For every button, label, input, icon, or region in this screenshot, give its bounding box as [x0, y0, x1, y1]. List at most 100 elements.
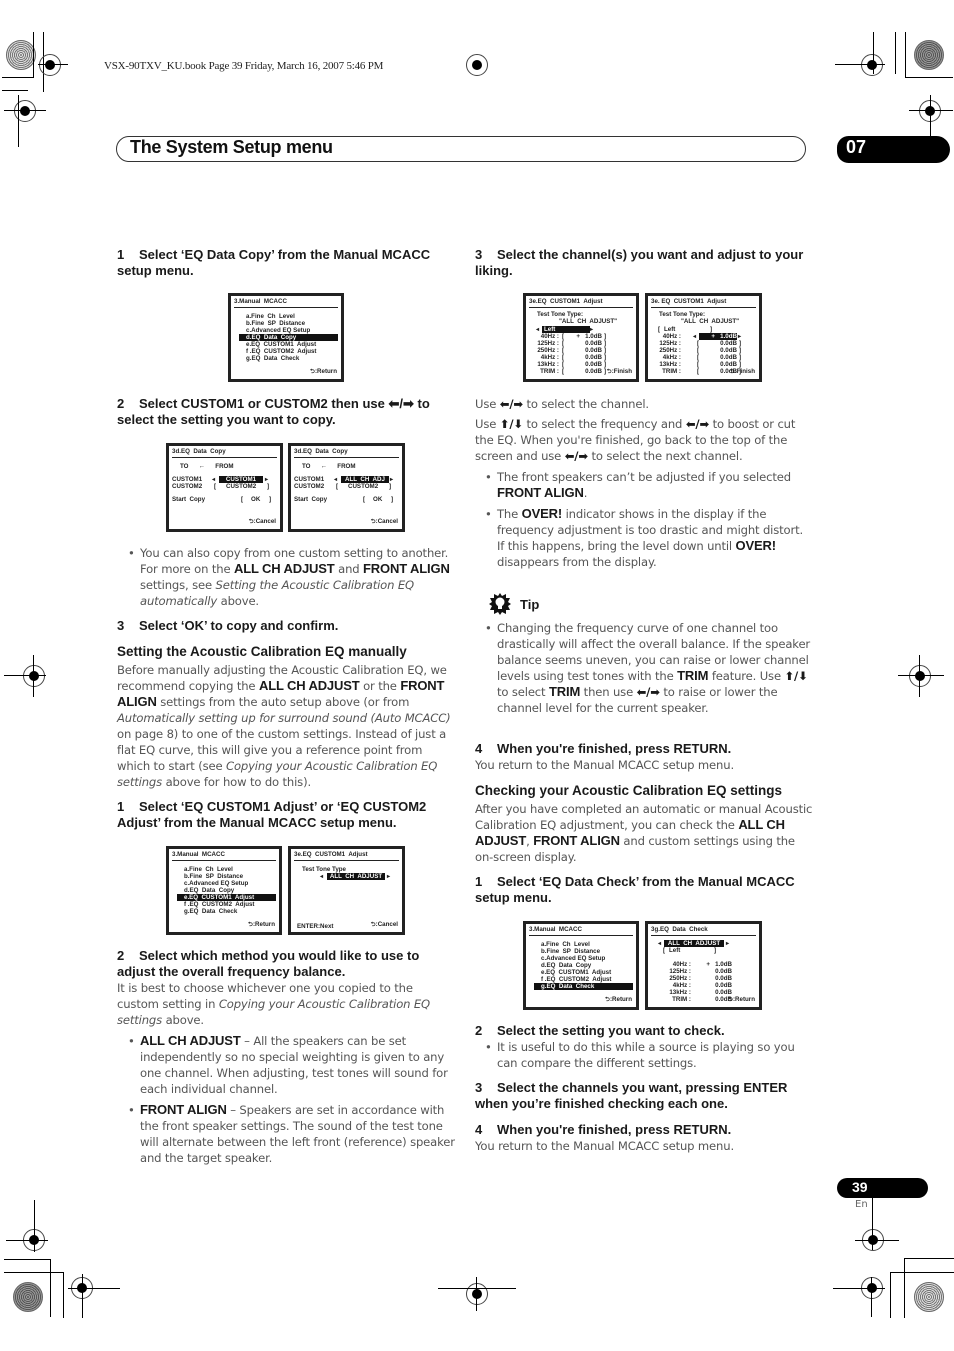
text: above for how to do this). [162, 775, 312, 789]
use-select-channel: Use ⬅/➡ to select the channel. [475, 396, 815, 412]
step-select-ok: 3 Select ‘OK’ to copy and confirm. [117, 618, 457, 634]
osd-label: CUSTOM1 [294, 476, 325, 483]
osd-manual-mcacc-check: 3.Manual MCACC a.Fine Ch Level b.Fine SP… [523, 921, 639, 1010]
osd-channel: Left [669, 947, 681, 954]
emphasis: ALL CH ADJUST [140, 1033, 241, 1048]
osd-frequency-label: TRIM : [540, 368, 559, 375]
step-press-return-2: 4 When you're finished, press RETURN. [475, 1122, 815, 1138]
osd-frequency-label: 250Hz : [669, 975, 691, 982]
paragraph-return: You return to the Manual MCACC setup men… [475, 758, 734, 772]
osd-menu-item-selected: g.EQ Data Check [534, 983, 633, 990]
osd-menu-item: f .EQ CUSTOM2 Adjust [184, 901, 255, 908]
text: or the [359, 679, 401, 693]
step-text: Select ‘EQ Data Copy’ from the Manual MC… [117, 247, 431, 278]
bullet-copy-custom: You can also copy from one custom settin… [128, 545, 455, 609]
section-heading-manual: Setting the Acoustic Calibration EQ manu… [117, 644, 407, 659]
osd-menu-item: g.EQ Data Check [184, 908, 238, 915]
text: disappears from the display. [497, 555, 657, 569]
osd-footer: ⮌:Cancel [248, 518, 276, 525]
step-text: Select ‘EQ Data Check’ from the Manual M… [475, 874, 795, 905]
osd-level-value: 0.0dB [585, 361, 602, 368]
osd-menu-item: b.Fine SP Distance [246, 320, 306, 327]
osd-bracket: [ [697, 361, 700, 368]
osd-menu-item: c.Advanced EQ Setup [184, 880, 249, 887]
emphasis: ALL CH ADJUST [258, 678, 360, 693]
osd-frequency-label: 40Hz : [662, 333, 681, 340]
osd-manual-mcacc-adjust: 3.Manual MCACC a.Fine Ch Level b.Fine SP… [166, 846, 282, 935]
osd-level-value: 0.0dB [585, 354, 602, 361]
step-eq-data-copy: 1 Select ‘EQ Data Copy’ from the Manual M… [117, 247, 457, 279]
osd-level-value: 0.0dB [720, 347, 737, 354]
text: to select the next channel. [587, 449, 743, 463]
up-down-arrows-icon: ⬆/⬇ [499, 417, 523, 431]
osd-level-value: + 1.0dB [576, 333, 602, 340]
step-text: When you're finished, press RETURN. [497, 741, 732, 756]
tip-label: Tip [520, 597, 540, 612]
osd-label: Start Copy [294, 496, 328, 503]
step-select-data-check: 1 Select ‘EQ Data Check’ from the Manual … [475, 874, 815, 906]
osd-frequency-label: TRIM : [672, 996, 691, 1003]
registration-mark-icon [909, 665, 931, 687]
use-select-frequency: Use ⬆/⬇ to select the frequency and ⬅/➡ … [475, 416, 815, 464]
paragraph-return-2: You return to the Manual MCACC setup men… [475, 1139, 734, 1153]
osd-menu-item-selected: d.EQ Data Copy [239, 334, 338, 341]
cross-reference: Automatically setting up for surround so… [117, 711, 451, 725]
paragraph-manual-intro: Before manually adjusting the Acoustic C… [117, 662, 457, 790]
osd-footer: ⮌:Return [605, 996, 632, 1003]
osd-footer: ⮌:Finish [729, 368, 755, 375]
registration-dial-icon [914, 1282, 944, 1312]
osd-frequency-label: 13kHz : [659, 361, 681, 368]
osd-level-value: 0.0dB [585, 347, 602, 354]
osd-level-value: 0.0dB [585, 368, 602, 375]
osd-title: 3d.EQ Data Copy [294, 448, 348, 455]
osd-level-value: 0.0dB [715, 975, 732, 982]
paragraph-method: It is best to choose whichever one you c… [117, 980, 457, 1028]
emphasis: ALL CH ADJUST [233, 561, 335, 576]
emphasis: FRONT ALIGN [140, 1102, 227, 1117]
emphasis: FRONT ALIGN [497, 485, 584, 500]
osd-menu-item: d.EQ Data Copy [541, 962, 592, 969]
step-text: When you're finished, press RETURN. [497, 1122, 732, 1137]
bullet-front-speakers: The front speakers can’t be adjusted if … [485, 469, 812, 501]
step-number: 1 [117, 247, 125, 262]
osd-bracket: ] [739, 354, 742, 361]
osd-manual-mcacc-copy: 3.Manual MCACC a.Fine Ch Level b.Fine SP… [228, 293, 344, 382]
osd-frequency-label: 250Hz : [659, 347, 681, 354]
osd-frequency-label: 250Hz : [537, 347, 559, 354]
osd-level-value: 0.0dB [715, 968, 732, 975]
osd-bracket: [ [697, 347, 700, 354]
osd-setting-selected: ALL CH ADJUST [664, 940, 724, 947]
osd-bracket: ] [739, 347, 742, 354]
osd-value: CUSTOM2 [226, 483, 257, 490]
paragraph-checking-intro: After you have completed an automatic or… [475, 801, 815, 865]
osd-menu-item: e.EQ CUSTOM1 Adjust [541, 969, 612, 976]
osd-level-value: 0.0dB [715, 982, 732, 989]
lightbulb-icon [489, 593, 511, 615]
osd-title: 3.Manual MCACC [529, 926, 582, 933]
step-number: 2 [475, 1023, 483, 1038]
section-heading-checking: Checking your Acoustic Calibration EQ se… [475, 783, 783, 798]
text: above. [217, 594, 259, 608]
text: feature. Use [708, 669, 785, 683]
osd-menu-item: a.Fine Ch Level [184, 866, 233, 873]
step-number: 2 [117, 396, 125, 411]
osd-label: Start Copy [172, 496, 206, 503]
step-number: 1 [475, 874, 483, 889]
osd-title: 3g.EQ Data Check [651, 926, 708, 933]
text: The [497, 507, 522, 521]
osd-menu-item: c.Advanced EQ Setup [541, 955, 606, 962]
text: to select the frequency and [522, 417, 686, 431]
step-select-method: 2 Select which method you would like to u… [117, 948, 457, 980]
osd-menu-item: d.EQ Data Copy [184, 887, 235, 894]
osd-title: 3.Manual MCACC [172, 851, 225, 858]
registration-mark-icon [466, 1283, 488, 1305]
osd-value: CUSTOM2 [348, 483, 379, 490]
step-number: 4 [475, 741, 483, 756]
osd-bracket: ] [604, 340, 607, 347]
osd-data-copy-a: 3d.EQ Data Copy TO ← FROM CUSTOM1 ◂ CUST… [166, 443, 283, 532]
osd-menu-item: f .EQ CUSTOM2 Adjust [541, 976, 612, 983]
left-right-arrows-icon: ⬅/➡ [388, 396, 414, 411]
text: settings from the auto setup above (or f… [156, 695, 410, 709]
up-down-arrows-icon: ⬆/⬇ [784, 669, 808, 683]
osd-header: TO ← FROM [302, 463, 356, 470]
